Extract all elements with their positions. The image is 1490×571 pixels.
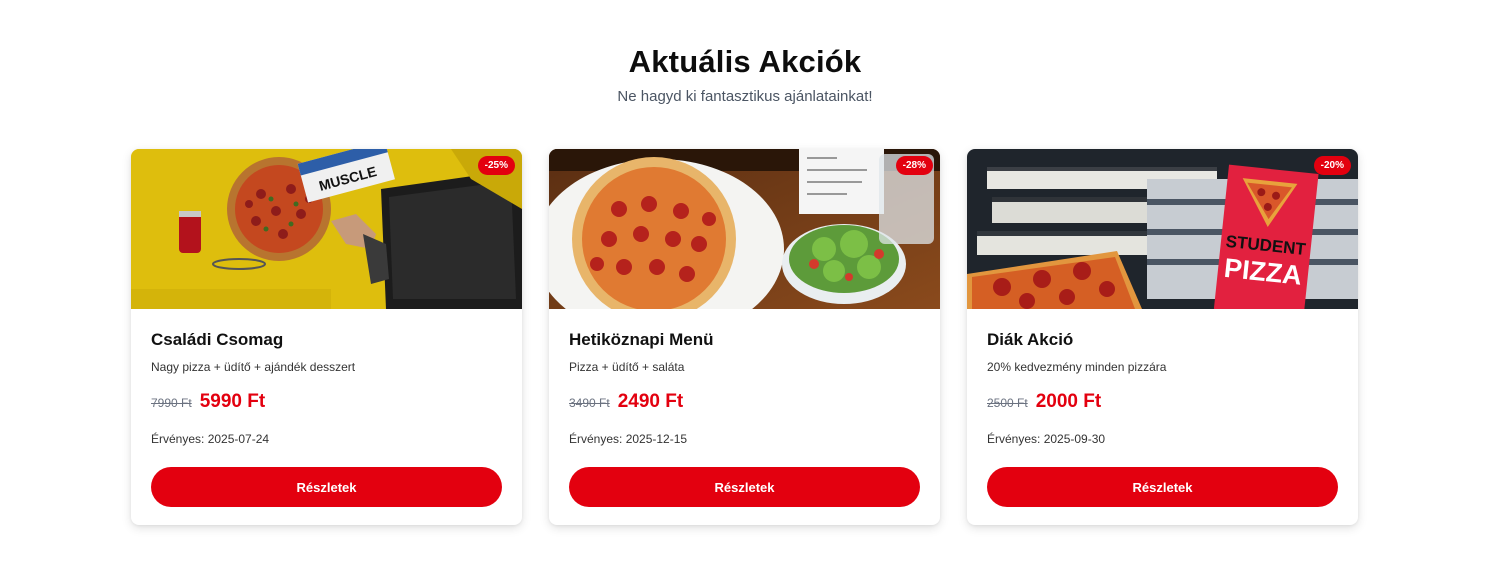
offer-card-student: STUDENT PIZZA -20% Diák Akció 20% kedvez… <box>967 149 1358 525</box>
card-body: Diák Akció 20% kedvezmény minden pizzára… <box>967 309 1358 507</box>
new-price: 5990 Ft <box>199 391 266 412</box>
offer-image-student: STUDENT PIZZA -20% <box>967 149 1358 309</box>
offer-description: Pizza + üdítő + saláta <box>569 360 685 374</box>
old-price: 3490 Ft <box>569 396 610 410</box>
offer-description: Nagy pizza + üdítő + ajándék desszert <box>151 360 356 374</box>
discount-badge: -25% <box>477 156 515 175</box>
validity-date: Érvényes: 2025-07-24 <box>151 432 270 446</box>
validity-date: Érvényes: 2025-12-15 <box>569 432 688 446</box>
new-price: 2000 Ft <box>1035 391 1102 412</box>
validity-date: Érvényes: 2025-09-30 <box>987 432 1106 446</box>
card-body: Hetiköznapi Menü Pizza + üdítő + saláta … <box>549 309 940 507</box>
old-price: 2500 Ft <box>987 396 1028 410</box>
price-row: 2500 Ft 2000 Ft <box>987 391 1338 413</box>
old-price: 7990 Ft <box>151 396 192 410</box>
details-button[interactable]: Részletek <box>569 467 920 507</box>
discount-badge: -20% <box>1313 156 1351 175</box>
offer-description: 20% kedvezmény minden pizzára <box>987 360 1167 374</box>
section-header: Aktuális Akciók Ne hagyd ki fantasztikus… <box>0 42 1490 107</box>
offers-grid: MUSCLE -25% Családi Csomag Nagy pizza + … <box>131 149 1358 525</box>
offer-title: Hetiköznapi Menü <box>569 330 714 349</box>
details-button[interactable]: Részletek <box>151 467 502 507</box>
price-row: 3490 Ft 2490 Ft <box>569 391 920 413</box>
details-button[interactable]: Részletek <box>987 467 1338 507</box>
offer-title: Diák Akció <box>987 330 1074 349</box>
offer-title: Családi Csomag <box>151 330 284 349</box>
offer-card-weekday: -28% Hetiköznapi Menü Pizza + üdítő + sa… <box>549 149 940 525</box>
discount-badge: -28% <box>895 156 933 175</box>
card-body: Családi Csomag Nagy pizza + üdítő + aján… <box>131 309 522 507</box>
new-price: 2490 Ft <box>617 391 684 412</box>
section-title: Aktuális Akciók <box>628 44 862 79</box>
offer-image-weekday: -28% <box>549 149 940 309</box>
offer-card-family: MUSCLE -25% Családi Csomag Nagy pizza + … <box>131 149 522 525</box>
price-row: 7990 Ft 5990 Ft <box>151 391 502 413</box>
section-subtitle: Ne hagyd ki fantasztikus ajánlatainkat! <box>617 88 873 105</box>
offer-image-family: MUSCLE -25% <box>131 149 522 309</box>
